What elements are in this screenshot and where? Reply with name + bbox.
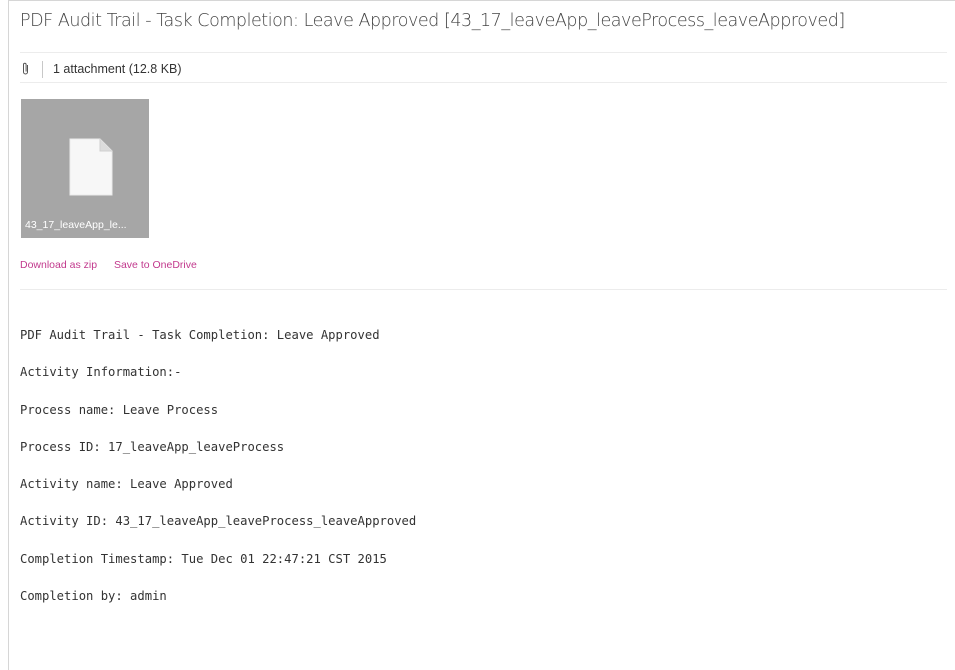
body-line-completion-by: Completion by: admin [20, 589, 167, 604]
paperclip-icon [23, 62, 28, 75]
body-line-activity-id: Activity ID: 43_17_leaveApp_leaveProcess… [20, 514, 417, 529]
email-reading-pane: PDF Audit Trail - Task Completion: Leave… [8, 0, 955, 670]
body-line-process-id: Process ID: 17_leaveApp_leaveProcess [20, 439, 285, 454]
save-to-onedrive-link[interactable]: Save to OneDrive [114, 259, 197, 271]
email-body: PDF Audit Trail - Task Completion: Leave… [20, 328, 416, 626]
attachment-thumbnail[interactable]: 43_17_leaveApp_le... [21, 99, 149, 238]
divider [20, 82, 947, 83]
attachment-actions: Download as zip Save to OneDrive [20, 259, 197, 271]
divider [20, 52, 947, 53]
body-line-activity-information: Activity Information:- [20, 365, 182, 380]
attachment-count[interactable]: 1 attachment (12.8 KB) [53, 62, 182, 76]
attachment-filename: 43_17_leaveApp_le... [25, 219, 127, 231]
download-as-zip-link[interactable]: Download as zip [20, 259, 97, 271]
body-line-process-name: Process name: Leave Process [20, 402, 219, 417]
divider [20, 289, 947, 290]
attachment-summary-row: 1 attachment (12.8 KB) [20, 58, 182, 80]
body-line-completion-timestamp: Completion Timestamp: Tue Dec 01 22:47:2… [20, 551, 387, 566]
email-subject: PDF Audit Trail - Task Completion: Leave… [20, 11, 845, 31]
divider [42, 60, 43, 78]
document-icon [69, 138, 113, 196]
body-line-heading: PDF Audit Trail - Task Completion: Leave… [20, 328, 380, 342]
body-line-activity-name: Activity name: Leave Approved [20, 477, 233, 492]
